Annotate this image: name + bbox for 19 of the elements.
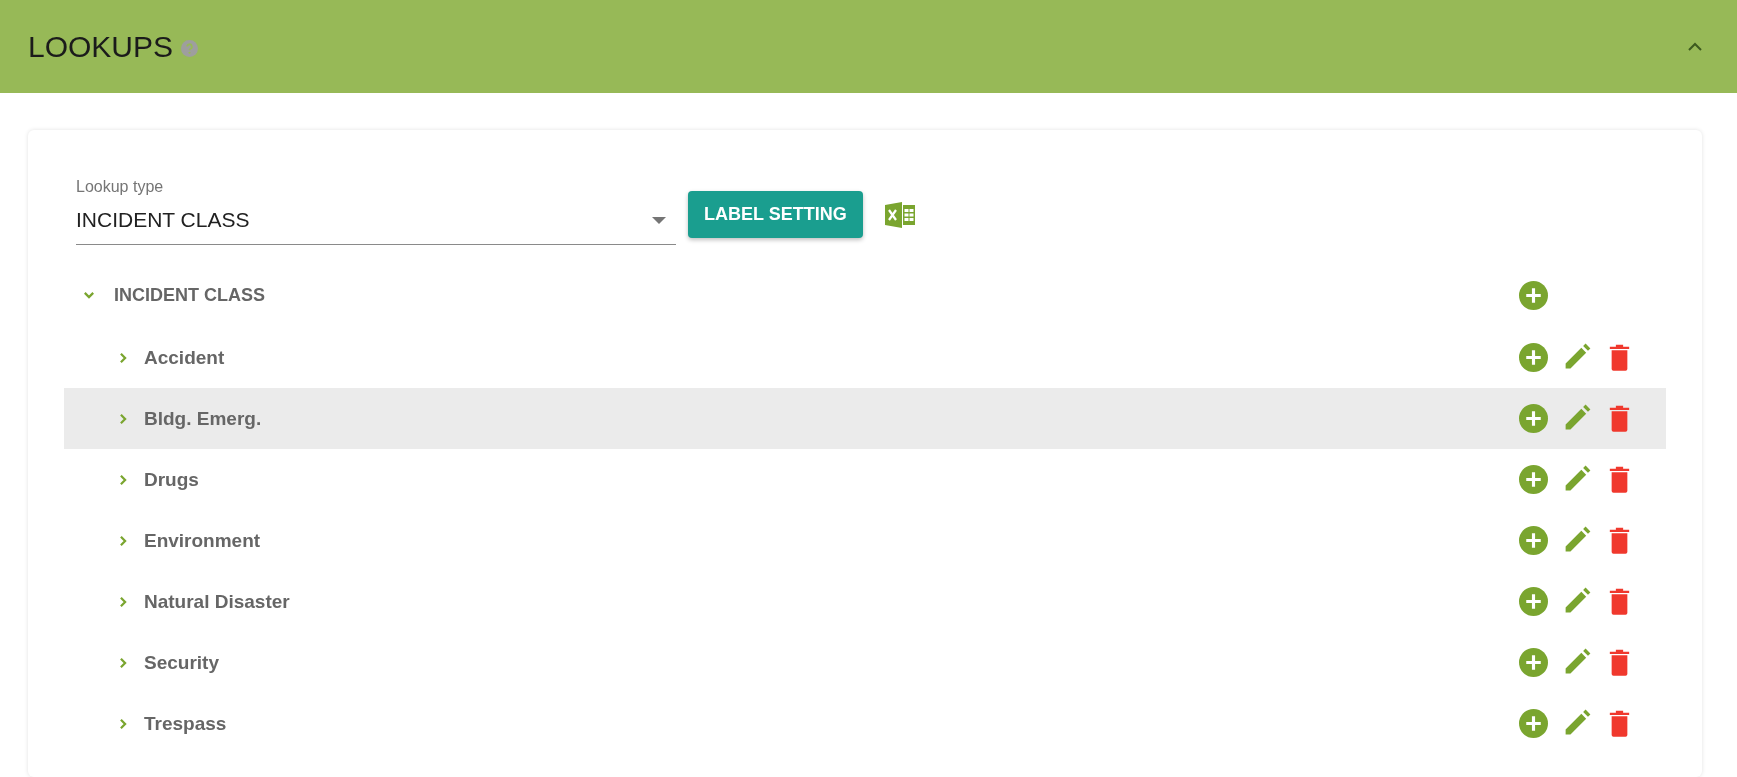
tree-item-label: Environment <box>144 529 261 552</box>
tree-row[interactable]: Natural Disaster <box>64 571 1666 632</box>
tree-item-label: Drugs <box>144 468 199 491</box>
tree-row[interactable]: INCIDENT CLASS <box>64 263 1666 327</box>
tree-row[interactable]: Security <box>64 632 1666 693</box>
tree-item-label: Accident <box>144 346 225 369</box>
tree-row[interactable]: Bldg. Emerg. <box>64 388 1666 449</box>
tree-item-label: INCIDENT CLASS <box>114 284 265 306</box>
tree-row[interactable]: Drugs <box>64 449 1666 510</box>
label-setting-button[interactable]: LABEL SETTING <box>688 191 863 238</box>
tree-row[interactable]: Accident <box>64 327 1666 388</box>
tree-item-label: Bldg. Emerg. <box>144 407 262 430</box>
tree-item-label: Security <box>144 651 219 674</box>
tree-item-label: Trespass <box>144 712 227 735</box>
tree-row[interactable]: Trespass <box>64 693 1666 754</box>
page-title: LOOKUPS <box>28 29 174 64</box>
tree-item-label: Natural Disaster <box>144 590 290 613</box>
lookup-type-select[interactable]: Lookup type INCIDENT CLASS <box>76 178 676 245</box>
tree-row[interactable]: Environment <box>64 510 1666 571</box>
